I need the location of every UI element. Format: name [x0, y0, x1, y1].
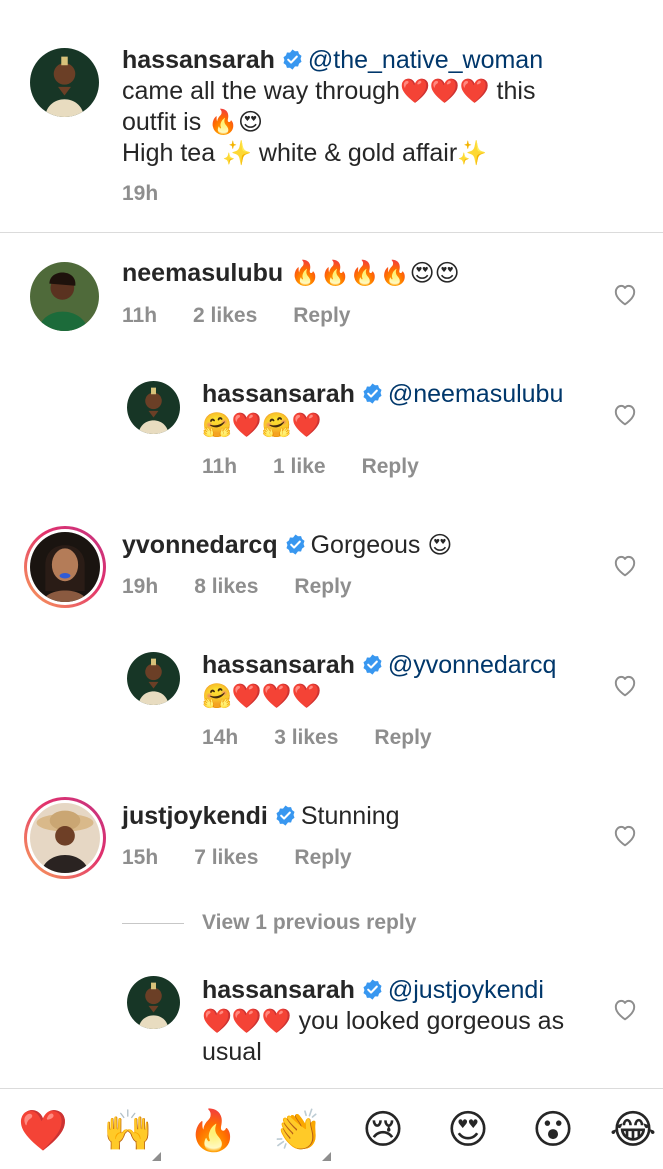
comment-time: 19h [122, 575, 159, 598]
reaction-fire[interactable]: 🔥 [178, 1097, 248, 1163]
reply-text-line2: usual [202, 1038, 262, 1066]
raising-hands-icon: 🙌 [103, 1107, 153, 1154]
reply-mention[interactable]: @justjoykendi [388, 976, 544, 1004]
verified-badge-icon [361, 382, 384, 405]
comment-likes[interactable]: 2 likes [193, 304, 257, 327]
reply-time: 14h [202, 726, 239, 749]
comment-emoji: 😍 [427, 531, 453, 559]
reply-meta: 14h 3 likes Reply [202, 726, 468, 750]
comment-meta: 15h 7 likes Reply [122, 846, 388, 870]
reply-username[interactable]: hassansarah [202, 380, 355, 408]
comment-text: Stunning [300, 802, 400, 830]
comment-likes[interactable]: 7 likes [194, 846, 258, 869]
like-heart-icon[interactable] [612, 823, 638, 847]
commenter-avatar-story-ring[interactable] [24, 526, 106, 608]
reply-text: you looked gorgeous as [291, 1007, 565, 1035]
reply-meta: 11h 1 like Reply [202, 455, 455, 479]
reply-reply-button[interactable]: Reply [362, 455, 419, 478]
caption-text: hassansarah @the_native_woman came all th… [122, 45, 642, 169]
reply-avatar[interactable] [127, 381, 180, 434]
caption-line2: outfit is [122, 108, 209, 136]
comment-time: 15h [122, 846, 159, 869]
reaction-heart-eyes[interactable]: 😍 [433, 1097, 503, 1163]
like-heart-icon[interactable] [612, 553, 638, 577]
reaction-surprised[interactable]: 😮 [518, 1097, 588, 1163]
view-replies-label[interactable]: View 1 previous reply [202, 911, 416, 935]
verified-badge-icon [361, 978, 384, 1001]
reply-username[interactable]: hassansarah [202, 651, 355, 679]
comment-text: Gorgeous [310, 531, 428, 559]
post-caption: hassansarah @the_native_woman came all th… [0, 0, 663, 232]
comment-reply-button[interactable]: Reply [293, 304, 350, 327]
caption-sparkle-emoji: ✨ [222, 139, 252, 167]
commenter-avatar[interactable] [30, 262, 99, 331]
reply-mention[interactable]: @neemasulubu [388, 380, 564, 408]
commenter-avatar-story-ring[interactable] [24, 797, 106, 879]
caption-time: 19h [122, 182, 159, 205]
caption-line1: came all the way through [122, 77, 400, 105]
caption-username[interactable]: hassansarah [122, 46, 275, 74]
verified-badge-icon [281, 48, 304, 71]
caption-line1-tail: this [489, 77, 536, 105]
reaction-raising-hands[interactable]: 🙌 [93, 1097, 163, 1163]
reply-avatar[interactable] [127, 976, 180, 1029]
reply-mention[interactable]: @yvonnedarcq [388, 651, 557, 679]
reply-likes[interactable]: 1 like [273, 455, 326, 478]
comment-time: 11h [122, 304, 158, 327]
clapping-icon: 👏 [273, 1107, 323, 1154]
comment-meta: 11h 2 likes Reply [122, 304, 386, 328]
reaction-crying[interactable]: 😢 [348, 1097, 418, 1163]
reply-username[interactable]: hassansarah [202, 976, 355, 1004]
like-heart-icon[interactable] [612, 282, 638, 306]
comment-likes[interactable]: 8 likes [194, 575, 258, 598]
comment-reply-button[interactable]: Reply [294, 846, 351, 869]
verified-badge-icon [274, 804, 297, 827]
reply-reply-button[interactable]: Reply [374, 726, 431, 749]
reply-emoji: 🤗❤️🤗❤️ [202, 411, 322, 439]
caption-line3-mid: white & gold affair [251, 139, 458, 167]
reply-emoji: 🤗❤️❤️❤️ [202, 682, 322, 710]
caption-author-avatar[interactable] [30, 48, 99, 117]
comment-meta: 19h 8 likes Reply [122, 575, 388, 599]
reply-time: 11h [202, 455, 238, 478]
corner-indicator-icon [152, 1152, 161, 1161]
reaction-laughing[interactable]: 😂 [598, 1097, 663, 1163]
reply-avatar[interactable] [127, 652, 180, 705]
like-heart-icon[interactable] [612, 402, 638, 426]
comment-emoji: 🔥🔥🔥🔥😍😍 [290, 259, 460, 287]
quick-reaction-bar: ❤️ 🙌 🔥 👏 😢 😍 😮 😂 [0, 1088, 663, 1169]
reaction-clapping[interactable]: 👏 [263, 1097, 333, 1163]
verified-badge-icon [284, 533, 307, 556]
view-previous-replies[interactable]: View 1 previous reply [122, 906, 416, 940]
reply-emoji: ❤️❤️❤️ [202, 1007, 292, 1035]
comment-reply-button[interactable]: Reply [294, 575, 351, 598]
replies-line [122, 922, 184, 924]
comment-username[interactable]: justjoykendi [122, 802, 268, 830]
reaction-heart[interactable]: ❤️ [8, 1097, 78, 1163]
caption-sparkle-emoji-2: ✨ [457, 139, 488, 167]
comment-username[interactable]: neemasulubu [122, 259, 283, 287]
caption-meta: 19h [122, 182, 194, 206]
caption-line3: High tea [122, 139, 223, 167]
caption-line2-emoji: 🔥😍 [208, 108, 264, 136]
like-heart-icon[interactable] [612, 997, 638, 1021]
caption-line1-emoji: ❤️❤️❤️ [399, 77, 490, 105]
verified-badge-icon [361, 653, 384, 676]
comment-username[interactable]: yvonnedarcq [122, 531, 278, 559]
like-heart-icon[interactable] [612, 673, 638, 697]
caption-divider [0, 232, 663, 233]
corner-indicator-icon [322, 1152, 331, 1161]
reply-likes[interactable]: 3 likes [274, 726, 338, 749]
caption-mention[interactable]: @the_native_woman [308, 46, 543, 74]
